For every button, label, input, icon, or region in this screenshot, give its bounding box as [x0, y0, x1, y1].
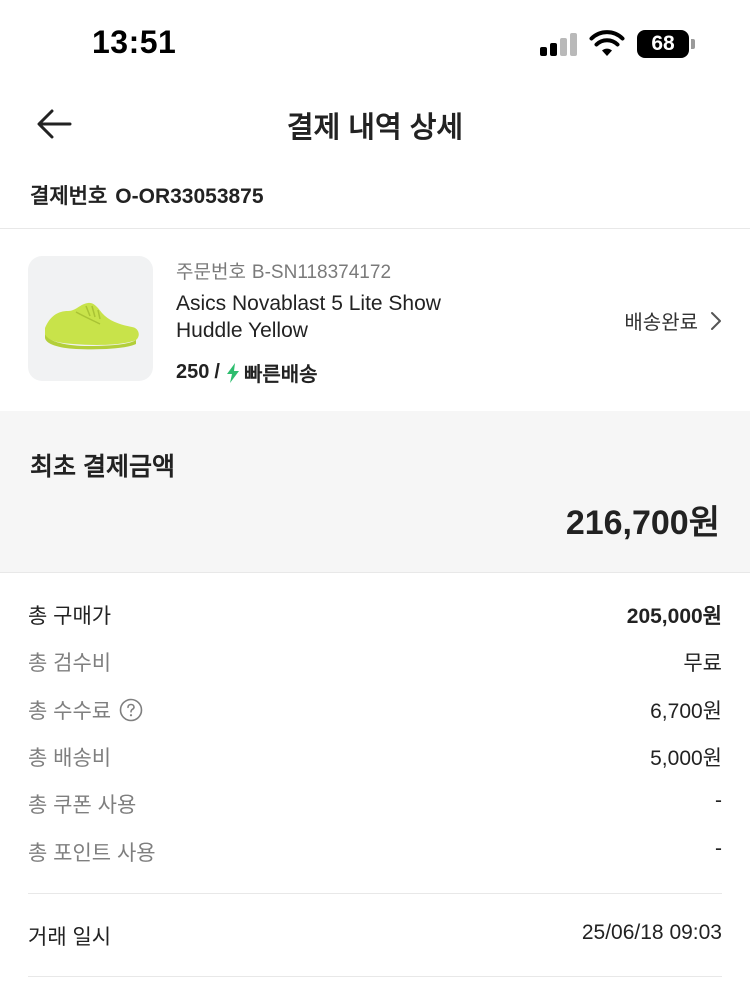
product-size: 250	[176, 361, 210, 383]
payment-number-value: O-OR33053875	[115, 185, 264, 208]
total-payment-label: 최초 결제금액	[30, 453, 175, 481]
option-separator: /	[214, 361, 220, 383]
help-icon[interactable]	[119, 698, 143, 722]
product-option: 250 / 빠른배송	[176, 358, 318, 387]
breakdown-value: -	[715, 837, 722, 860]
product-item[interactable]: 주문번호 B-SN118374172 Asics Novablast 5 Lite…	[0, 230, 750, 410]
cellular-signal-icon	[540, 32, 580, 56]
breakdown-row-points: 총 포인트 사용 -	[28, 837, 722, 867]
divider	[0, 228, 750, 229]
order-number: 주문번호 B-SN118374172	[176, 257, 391, 284]
breakdown-value: 205,000원	[626, 605, 722, 628]
product-name: Asics Novablast 5 Lite Show Huddle Yello…	[176, 292, 441, 342]
breakdown-value: 5,000원	[650, 747, 722, 770]
breakdown-label: 총 배송비	[28, 747, 112, 770]
transaction-date-label: 거래 일시	[28, 926, 112, 949]
battery-level: 68	[637, 30, 689, 58]
breakdown-row-coupon: 총 쿠폰 사용 -	[28, 789, 722, 819]
breakdown-label: 총 수수료	[28, 700, 112, 723]
order-number-value: B-SN118374172	[251, 262, 392, 283]
page-title: 결제 내역 상세	[286, 112, 464, 144]
total-payment-amount: 216,700원	[565, 504, 720, 542]
divider	[28, 976, 722, 977]
breakdown-row-fee: 총 수수료 6,700원	[28, 695, 722, 725]
order-number-label: 주문번호	[176, 262, 246, 283]
lightning-bolt-icon	[226, 362, 239, 383]
delivery-status-link[interactable]: 배송완료	[624, 306, 722, 335]
status-time: 13:51	[92, 24, 177, 60]
divider	[28, 893, 722, 894]
breakdown-value: -	[715, 789, 722, 812]
breakdown-label: 총 검수비	[28, 652, 112, 675]
breakdown-label-with-help: 총 수수료	[28, 695, 143, 725]
delivery-type: 빠른배송	[243, 364, 318, 386]
breakdown-label: 총 포인트 사용	[28, 842, 156, 865]
wifi-icon	[589, 30, 625, 56]
battery-icon: 68	[637, 30, 695, 58]
breakdown-label: 총 쿠폰 사용	[28, 794, 137, 817]
transaction-date-value: 25/06/18 09:03	[581, 921, 722, 944]
breakdown-row-purchase: 총 구매가 205,000원	[28, 600, 722, 630]
breakdown-label: 총 구매가	[28, 605, 112, 628]
delivery-status: 배송완료	[624, 312, 698, 334]
status-bar: 13:51 68	[0, 0, 750, 88]
breakdown-value: 무료	[683, 652, 722, 675]
chevron-right-icon	[711, 311, 721, 330]
payment-number: 결제번호 O-OR33053875	[30, 180, 264, 210]
shoe-image	[45, 302, 139, 350]
payment-number-label: 결제번호	[30, 185, 108, 208]
breakdown-row-inspection: 총 검수비 무료	[28, 647, 722, 677]
breakdown-row-shipping: 총 배송비 5,000원	[28, 742, 722, 772]
divider	[0, 572, 750, 573]
total-payment-section: 최초 결제금액 216,700원	[0, 411, 750, 572]
product-thumbnail	[28, 256, 153, 381]
breakdown-value: 6,700원	[650, 700, 722, 723]
header: 결제 내역 상세	[0, 88, 750, 160]
